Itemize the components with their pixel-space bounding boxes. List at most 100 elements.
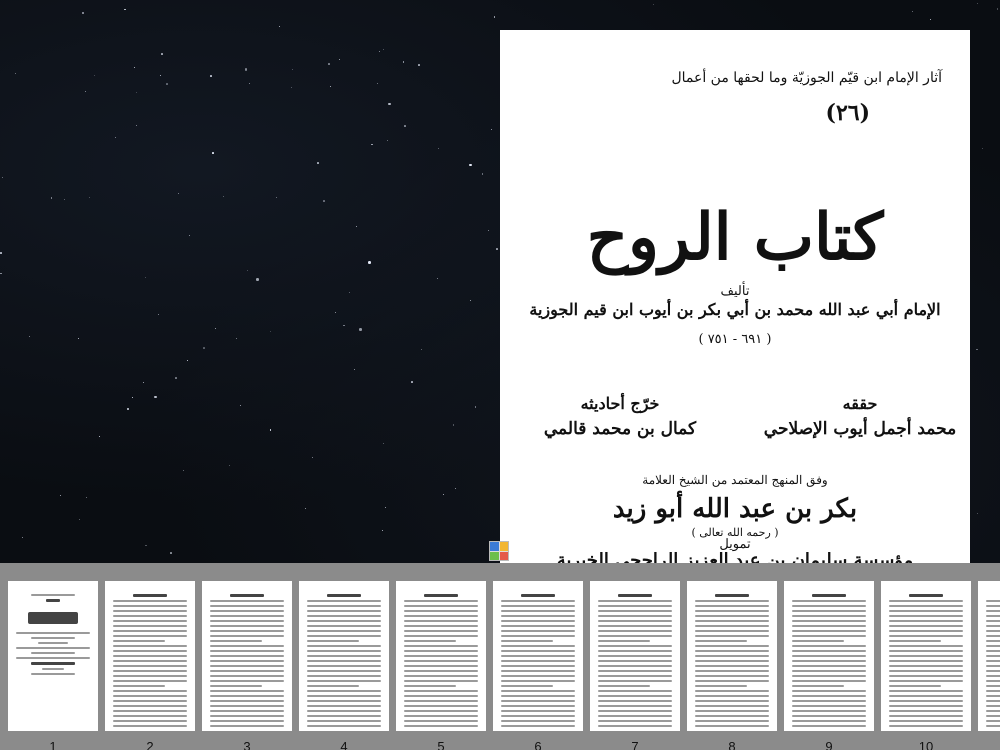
star: [329, 86, 331, 87]
author-dates: ( ٦٩١ - ٧٥١ ): [698, 332, 772, 347]
star: [438, 147, 440, 149]
star: [976, 348, 979, 351]
page-number-label: 1: [49, 739, 57, 750]
star: [229, 465, 231, 467]
star: [349, 292, 351, 293]
star: [354, 368, 356, 370]
star: [334, 311, 336, 313]
supervisor-name: بكر بن عبد الله أبو زيد: [612, 494, 858, 524]
star: [371, 143, 373, 146]
star: [385, 507, 387, 509]
star: [377, 83, 379, 85]
star: [161, 53, 163, 55]
page-thumbnail[interactable]: [687, 581, 777, 731]
editor-name: محمد أجمل أيوب الإصلاحي: [763, 419, 957, 439]
star: [443, 494, 445, 496]
page-number-label: 6: [534, 739, 542, 750]
page-thumbnail[interactable]: [590, 581, 680, 731]
star: [418, 64, 420, 66]
star: [131, 397, 133, 398]
star: [328, 63, 331, 65]
editor-label: حققه: [842, 394, 878, 413]
page-thumbnail[interactable]: [396, 581, 486, 731]
book-title: كتاب الروح: [586, 200, 884, 275]
star: [212, 152, 214, 154]
page-number-label: 4: [340, 739, 348, 750]
star: [474, 406, 477, 408]
hadith-label: خرّج أحاديثه: [580, 394, 660, 413]
star: [1, 176, 3, 178]
star: [653, 4, 655, 6]
star: [339, 58, 341, 60]
editor-block: حققه محمد أجمل أيوب الإصلاحي: [760, 394, 960, 439]
app-grid-icon[interactable]: [489, 541, 509, 561]
star: [133, 66, 135, 68]
star: [165, 83, 168, 85]
star: [256, 278, 259, 281]
page-thumbnail[interactable]: [784, 581, 874, 731]
star: [145, 276, 147, 278]
star: [275, 197, 277, 199]
star: [143, 381, 145, 383]
star: [21, 537, 23, 539]
star: [63, 199, 65, 201]
hadith-name: كمال بن محمد قالمي: [543, 419, 697, 439]
star: [145, 544, 147, 547]
star: [79, 518, 81, 520]
page-number-label: 8: [728, 739, 736, 750]
star: [996, 7, 999, 10]
star: [50, 197, 53, 199]
star: [126, 407, 130, 411]
star: [381, 529, 383, 531]
star: [495, 248, 498, 250]
star: [175, 377, 177, 380]
star: [421, 348, 423, 350]
star: [911, 10, 913, 12]
star: [411, 381, 414, 383]
page-number-label: 7: [631, 739, 639, 750]
star: [0, 272, 2, 275]
star: [929, 18, 931, 20]
star: [270, 330, 272, 332]
star: [383, 48, 385, 50]
star: [222, 196, 224, 198]
star: [359, 328, 362, 331]
star: [29, 336, 31, 338]
star: [355, 226, 357, 228]
star: [170, 551, 172, 554]
page-thumbnail[interactable]: [8, 581, 98, 731]
page-thumbnail[interactable]: [202, 581, 292, 731]
star: [317, 162, 319, 164]
method-line: وفق المنهج المعتمد من الشيخ العلامة: [642, 473, 828, 487]
page-thumbnail[interactable]: [493, 581, 583, 731]
star: [269, 429, 272, 431]
page-thumbnail[interactable]: [978, 581, 1000, 731]
star: [81, 11, 85, 15]
star: [235, 337, 237, 339]
star: [136, 92, 138, 94]
page-thumbnail[interactable]: [299, 581, 389, 731]
star: [86, 497, 88, 499]
page-thumbnail[interactable]: [105, 581, 195, 731]
page-number-label: 10: [918, 739, 934, 750]
hadith-block: خرّج أحاديثه كمال بن محمد قالمي: [520, 394, 720, 439]
star: [981, 148, 983, 150]
star: [203, 347, 205, 349]
page-number-label: 11: [978, 739, 1000, 750]
thumbnail-strip[interactable]: 1 2 3 4 5 6 7 8 9 10 11: [0, 563, 1000, 750]
star: [977, 2, 979, 4]
volume-number: (٢٦): [825, 100, 870, 126]
page-number-label: 9: [825, 739, 833, 750]
star: [481, 172, 484, 175]
star: [14, 72, 16, 74]
star: [493, 16, 496, 19]
star: [402, 61, 405, 63]
star: [247, 270, 249, 272]
page-number-label: 3: [243, 739, 251, 750]
star: [487, 229, 490, 232]
star: [379, 50, 381, 52]
page-thumbnail[interactable]: [881, 581, 971, 731]
main-document-page[interactable]: آثار الإمام ابن قيّم الجوزيّة وما لحقها …: [500, 30, 970, 563]
star: [469, 163, 472, 167]
star: [382, 442, 384, 444]
